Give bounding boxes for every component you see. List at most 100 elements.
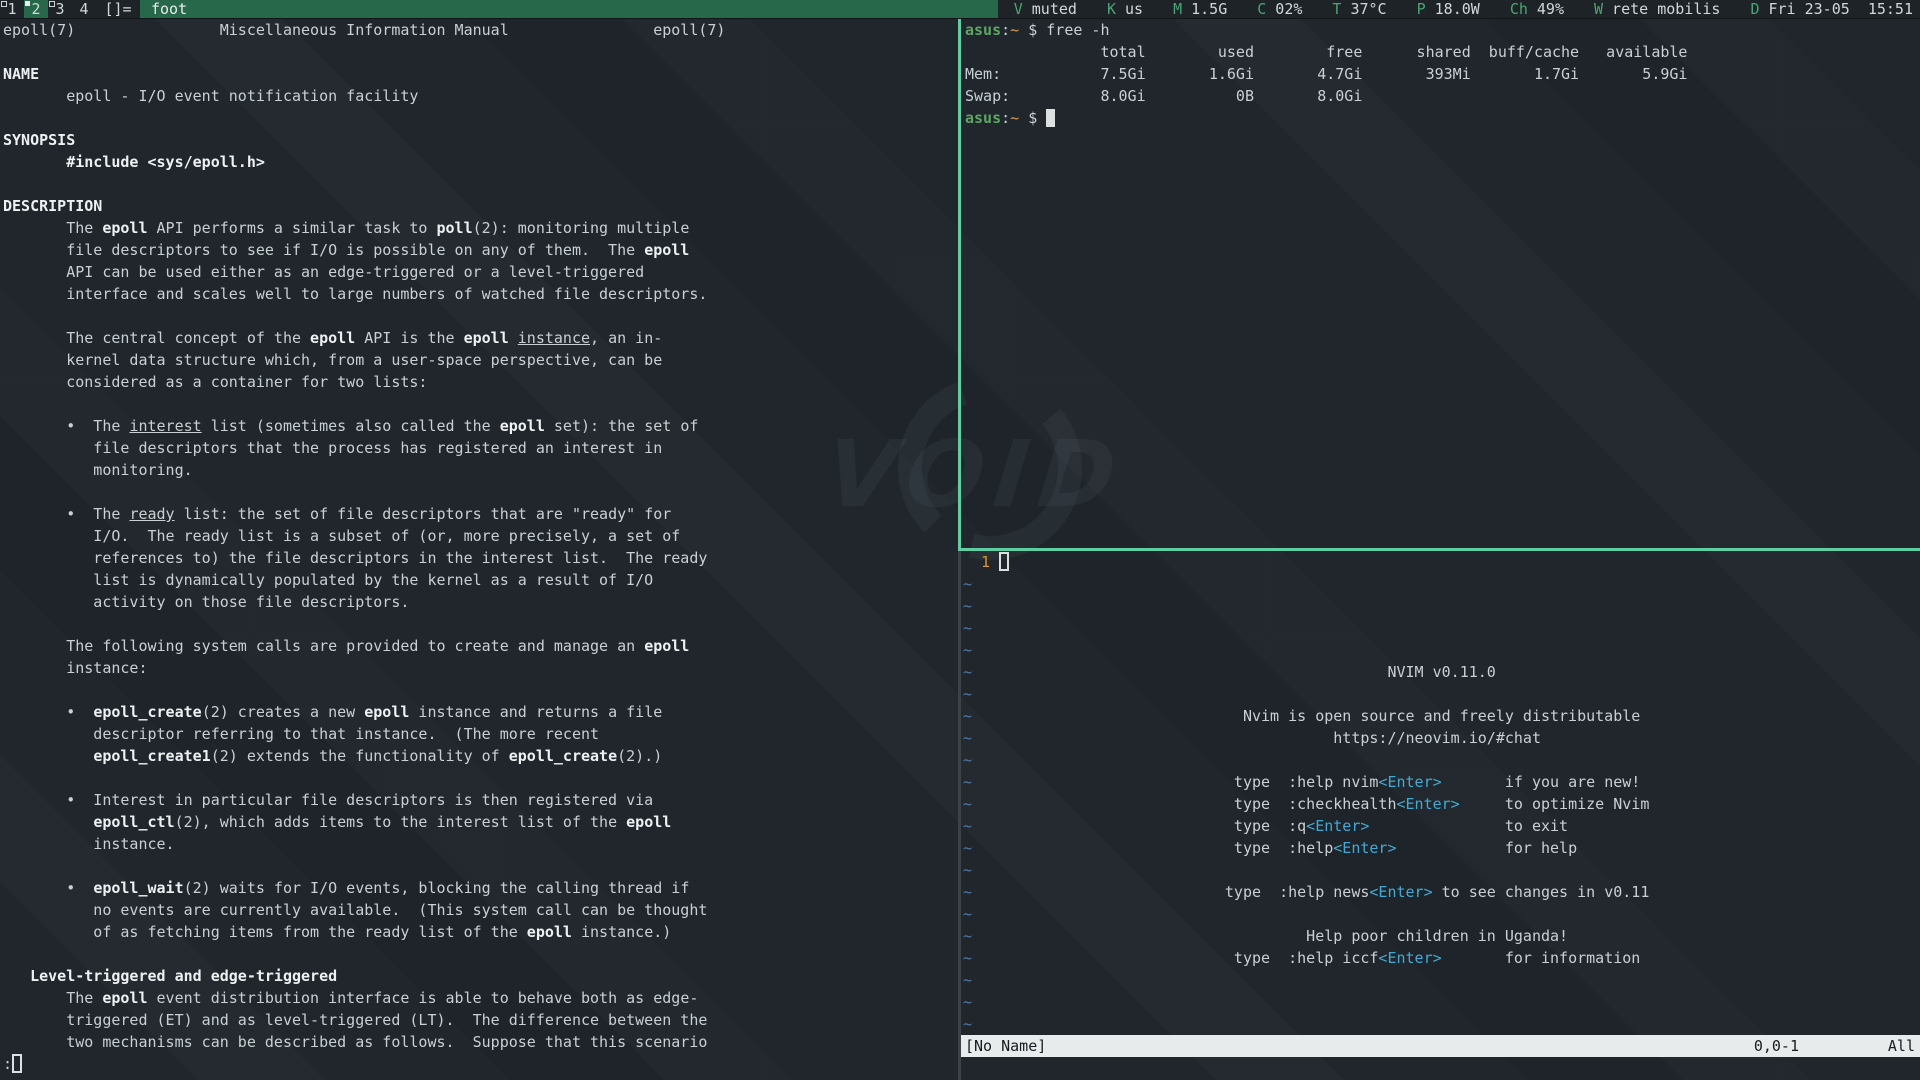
text-run: (2), which adds items to the interest li… bbox=[175, 813, 627, 831]
text-run: epoll_ctl bbox=[93, 813, 174, 831]
terminal-line: ~ Nvim is open source and freely distrib… bbox=[963, 705, 1919, 727]
text-run: triggered (ET) and as level-triggered (L… bbox=[3, 1011, 707, 1029]
text-run: interest bbox=[129, 417, 201, 435]
text-run: epoll bbox=[310, 329, 355, 347]
text-run: kernel data structure which, from a user… bbox=[3, 351, 662, 369]
text-run: Help poor children in Uganda! bbox=[972, 927, 1568, 945]
terminal-line: ~ type :checkhealth<Enter> to optimize N… bbox=[963, 793, 1919, 815]
text-run: • The bbox=[3, 417, 129, 435]
text-run: instance.) bbox=[572, 923, 671, 941]
terminal-line: ~ bbox=[963, 1013, 1919, 1035]
text-run bbox=[3, 967, 30, 985]
text-run: instance bbox=[518, 329, 590, 347]
text-run: : bbox=[1001, 109, 1010, 127]
tag-label: 2 bbox=[31, 0, 40, 18]
text-run: : bbox=[1001, 21, 1010, 39]
text-run: <Enter> bbox=[1369, 883, 1432, 901]
text-run: The following system calls are provided … bbox=[3, 637, 644, 655]
text-run: to exit bbox=[1369, 817, 1568, 835]
tag-label: 3 bbox=[55, 0, 64, 18]
text-run: epoll_create bbox=[509, 747, 617, 765]
text-run: ~ bbox=[963, 619, 972, 637]
status-module-k: K us bbox=[1107, 0, 1143, 18]
text-run: ~ bbox=[963, 751, 972, 769]
terminal-line bbox=[3, 679, 961, 701]
text-run: considered as a container for two lists: bbox=[3, 373, 427, 391]
workspace-tag-3[interactable]: 3 bbox=[48, 0, 72, 18]
workspace-tag-4[interactable]: 4 bbox=[72, 0, 96, 18]
neovim-window[interactable]: 1 ~~~~~ NVIM v0.11.0~~ Nvim is open sour… bbox=[961, 551, 1919, 1035]
text-run: ~ bbox=[963, 1015, 972, 1033]
desktop: VOID 1234 []= foot V mutedK usM 1.5GC 02… bbox=[0, 0, 1920, 1080]
terminal-line bbox=[3, 173, 961, 195]
text-run: $ free -h bbox=[1019, 21, 1109, 39]
text-run bbox=[3, 813, 93, 831]
text-run: ~ bbox=[963, 905, 972, 923]
text-run: total used free shared buff/cache availa… bbox=[965, 43, 1687, 61]
cursor-block bbox=[1046, 109, 1055, 127]
terminal-line bbox=[3, 943, 961, 965]
text-run: The bbox=[3, 219, 102, 237]
status-module-t: T 37°C bbox=[1332, 0, 1386, 18]
text-run: ~ bbox=[963, 641, 972, 659]
text-run: event distribution interface is able to … bbox=[148, 989, 699, 1007]
terminal-line: ~ type :help iccf<Enter> for information bbox=[963, 947, 1919, 969]
text-run: references to) the file descriptors in t… bbox=[3, 549, 707, 567]
text-run: epoll bbox=[102, 989, 147, 1007]
text-run: Level-triggered and edge-triggered bbox=[30, 967, 337, 985]
terminal-line: instance: bbox=[3, 657, 961, 679]
text-run: epoll bbox=[464, 329, 509, 347]
text-run: epoll bbox=[500, 417, 545, 435]
text-run: type :help nvim bbox=[972, 773, 1378, 791]
terminal-line: Swap: 8.0Gi 0B 8.0Gi bbox=[965, 85, 1920, 107]
workspace-tag-1[interactable]: 1 bbox=[0, 0, 24, 18]
terminal-free-memory[interactable]: asus:~ $ free -h total used free shared … bbox=[961, 19, 1920, 548]
terminal-line: descriptor referring to that instance. (… bbox=[3, 723, 961, 745]
module-key: Ch bbox=[1510, 0, 1528, 18]
text-run: activity on those file descriptors. bbox=[3, 593, 409, 611]
module-value: 1.5G bbox=[1182, 0, 1227, 18]
terminal-line: ~ bbox=[963, 617, 1919, 639]
terminal-line: : bbox=[3, 1053, 961, 1075]
text-run: ~ bbox=[963, 707, 972, 725]
layout-indicator[interactable]: []= bbox=[96, 0, 140, 18]
text-run: if you are new! bbox=[1442, 773, 1641, 791]
module-value: rete mobilis bbox=[1603, 0, 1720, 18]
neovim-statusline: [No Name] 0,0-1 All bbox=[961, 1035, 1920, 1057]
module-value: 49% bbox=[1528, 0, 1564, 18]
cursor-hollow bbox=[12, 1054, 22, 1073]
text-run: 1 bbox=[963, 553, 999, 571]
status-module-w: W rete mobilis bbox=[1594, 0, 1720, 18]
terminal-line: #include <sys/epoll.h> bbox=[3, 151, 961, 173]
buffer-name: [No Name] bbox=[965, 1035, 1046, 1057]
module-key: K bbox=[1107, 0, 1116, 18]
terminal-line: instance. bbox=[3, 833, 961, 855]
text-run: descriptor referring to that instance. (… bbox=[3, 725, 599, 743]
text-run: of as fetching items from the ready list… bbox=[3, 923, 527, 941]
text-run: type :help bbox=[972, 839, 1333, 857]
text-run: epoll_create1 bbox=[93, 747, 210, 765]
tag-indicator-square bbox=[49, 1, 55, 7]
text-run: DESCRIPTION bbox=[3, 197, 102, 215]
tag-label: 4 bbox=[79, 0, 88, 18]
text-run bbox=[509, 329, 518, 347]
terminal-man-epoll[interactable]: epoll(7) Miscellaneous Information Manua… bbox=[0, 19, 961, 1080]
workspace-tag-2[interactable]: 2 bbox=[24, 0, 48, 18]
text-run: epoll bbox=[527, 923, 572, 941]
text-run: file descriptors that the process has re… bbox=[3, 439, 662, 457]
terminal-line: no events are currently available. (This… bbox=[3, 899, 961, 921]
tag-indicator-square bbox=[1, 1, 7, 7]
text-run: NVIM v0.11.0 bbox=[972, 663, 1496, 681]
terminal-line: ~ type :help nvim<Enter> if you are new! bbox=[963, 771, 1919, 793]
text-run: ~ bbox=[963, 861, 972, 879]
terminal-line bbox=[3, 855, 961, 877]
text-run bbox=[3, 153, 66, 171]
terminal-line bbox=[3, 767, 961, 789]
status-modules: V mutedK usM 1.5GC 02%T 37°CP 18.0WCh 49… bbox=[998, 0, 1920, 18]
terminal-line: • The ready list: the set of file descri… bbox=[3, 503, 961, 525]
cursor-ruler: 0,0-1 bbox=[1754, 1035, 1799, 1057]
text-run: (2) extends the functionality of bbox=[211, 747, 509, 765]
text-run: type :q bbox=[972, 817, 1306, 835]
module-key: M bbox=[1173, 0, 1182, 18]
terminal-line bbox=[3, 41, 961, 63]
